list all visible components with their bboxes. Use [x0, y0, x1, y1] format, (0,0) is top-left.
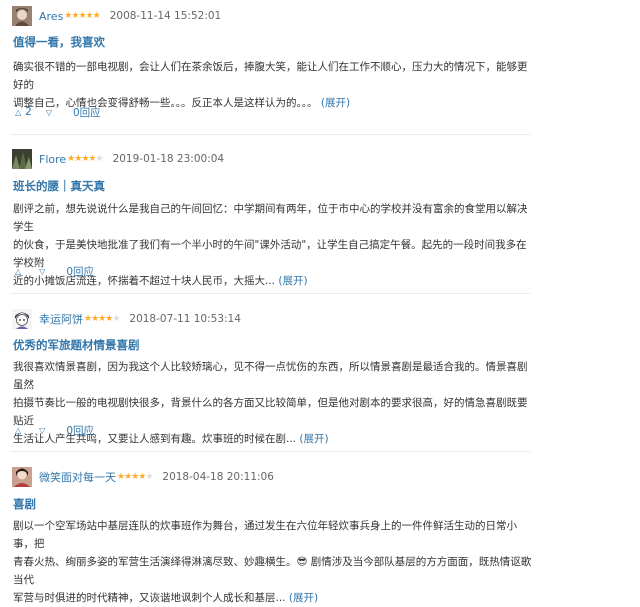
expand-link[interactable]: (展开): [299, 433, 328, 445]
review-line-text: 军营与时俱进的时代精神，又诙谐地讽刺个人成长和基层...: [13, 592, 286, 604]
star-icon: ★: [85, 11, 94, 21]
rating-stars: ★★★★★: [84, 314, 120, 324]
review-title[interactable]: 班长的腰｜真天真: [13, 178, 105, 194]
star-icon: ★: [92, 11, 101, 21]
review-meta: Flore ★★★★★ 2019-01-18 23:00:04: [12, 149, 224, 169]
expand-link[interactable]: (展开): [278, 275, 307, 287]
avatar[interactable]: [12, 149, 32, 169]
review-line: 军营与时俱进的时代精神，又诙谐地讽刺个人成长和基层... (展开): [13, 589, 533, 607]
star-icon: ★: [112, 314, 120, 324]
star-icon: ★: [145, 472, 153, 482]
review-line: 剧以一个空军场站中基层连队的炊事班作为舞台，通过发生在六位年轻炊事兵身上的一件件…: [13, 520, 517, 550]
review-actions: △ ▽ 0回应: [15, 423, 94, 437]
author-name[interactable]: 幸运阿饼: [39, 311, 83, 327]
review-title[interactable]: 喜剧: [13, 496, 36, 512]
author-name[interactable]: Flore: [39, 153, 66, 166]
divider: [10, 293, 530, 294]
review-meta: Ares ★★★★★ 2008-11-14 15:52:01: [12, 6, 221, 26]
avatar[interactable]: [12, 6, 32, 26]
upvote-count: 2: [25, 106, 32, 118]
divider: [10, 451, 530, 452]
author-name[interactable]: 微笑面对每一天: [39, 469, 116, 485]
triangle-down-icon[interactable]: ▽: [39, 267, 45, 276]
triangle-down-icon[interactable]: ▽: [39, 426, 45, 435]
divider: [10, 134, 530, 135]
rating-stars: ★★★★★: [64, 11, 101, 21]
review-actions: △ ▽ 0回应: [15, 264, 94, 278]
review-actions: △ 2 ▽ 0回应: [15, 105, 101, 119]
avatar[interactable]: [12, 309, 32, 329]
expand-link[interactable]: (展开): [321, 97, 350, 109]
review-meta: 微笑面对每一天 ★★★★★ 2018-04-18 20:11:06: [12, 467, 274, 487]
review-time: 2019-01-18 23:00:04: [112, 153, 225, 165]
triangle-up-icon[interactable]: △: [15, 426, 21, 435]
review-title[interactable]: 值得一看，我喜欢: [13, 34, 105, 50]
triangle-up-icon[interactable]: △: [15, 108, 21, 117]
review-time: 2018-07-11 10:53:14: [129, 313, 241, 325]
reply-link[interactable]: 0回应: [66, 264, 94, 279]
rating-stars: ★★★★★: [117, 472, 153, 482]
review-line: 确实很不错的一部电视剧，会让人们在茶余饭后，捧腹大笑，能让人们在工作不顺心，压力…: [13, 61, 528, 91]
review-time: 2008-11-14 15:52:01: [109, 10, 222, 22]
review-time: 2018-04-18 20:11:06: [162, 471, 274, 483]
reply-link[interactable]: 0回应: [73, 105, 101, 120]
triangle-up-icon[interactable]: △: [15, 267, 21, 276]
review-meta: 幸运阿饼 ★★★★★ 2018-07-11 10:53:14: [12, 309, 241, 329]
rating-stars: ★★★★★: [67, 154, 103, 164]
review-body: 剧以一个空军场站中基层连队的炊事班作为舞台，通过发生在六位年轻炊事兵身上的一件件…: [13, 517, 533, 607]
review-title[interactable]: 优秀的军旅题材情景喜剧: [13, 337, 140, 353]
expand-link[interactable]: (展开): [289, 592, 318, 604]
author-name[interactable]: Ares: [39, 10, 63, 23]
reply-link[interactable]: 0回应: [66, 423, 94, 438]
review-line: 青春火热、绚丽多姿的军营生活演绎得淋漓尽致、妙趣横生。😎 剧情涉及当今部队基层的…: [13, 556, 532, 586]
star-icon: ★: [95, 154, 103, 164]
triangle-down-icon[interactable]: ▽: [46, 108, 52, 117]
avatar[interactable]: [12, 467, 32, 487]
review-line: 剧评之前，想先说说什么是我自己的午间回忆：中学期间有两年，位于市中心的学校并没有…: [13, 203, 528, 233]
star-icon: ★: [78, 11, 86, 21]
review-line: 我很喜欢情景喜剧，因为我这个人比较矫璃心，见不得一点忧伤的东西，所以情景喜剧是最…: [13, 361, 528, 391]
